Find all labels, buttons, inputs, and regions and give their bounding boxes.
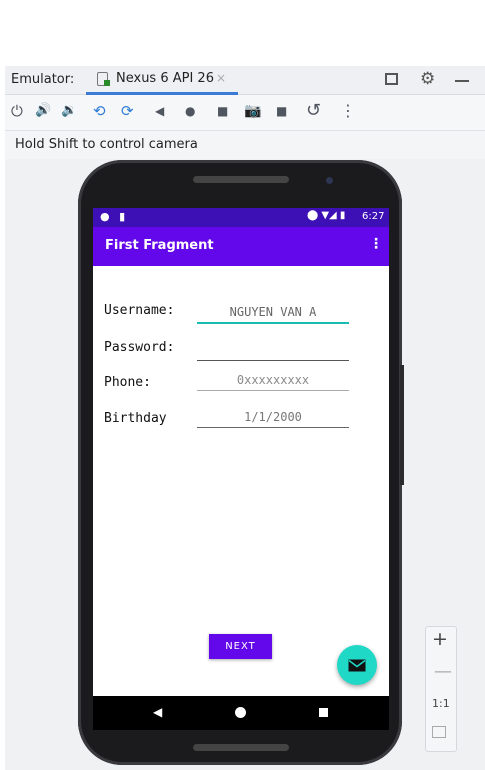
nav-recents-icon[interactable]: [319, 708, 328, 717]
gear-icon[interactable]: ⚙: [420, 69, 435, 89]
device-status-dot: [104, 80, 110, 86]
nav-home-icon[interactable]: [235, 707, 246, 718]
emulator-header: [5, 66, 485, 95]
phone-label: Phone:: [104, 375, 151, 390]
password-label: Password:: [104, 340, 175, 355]
birthday-label: Birthday: [104, 411, 167, 426]
volume-down-icon[interactable]: 🔉: [61, 101, 77, 121]
zoom-fit-icon[interactable]: [432, 726, 446, 738]
status-time: 6:27: [362, 211, 385, 222]
front-camera: [326, 177, 333, 184]
page-title: First Fragment: [105, 238, 214, 253]
side-button[interactable]: [400, 365, 404, 485]
zoom-out-icon[interactable]: —: [434, 661, 452, 682]
emulator-label: Emulator:: [11, 72, 75, 87]
camera-icon[interactable]: 📷: [244, 101, 261, 121]
overflow-menu-icon[interactable]: ⋮: [369, 236, 383, 252]
nav-back-icon[interactable]: ◀: [153, 705, 162, 719]
restore-window-icon[interactable]: [385, 73, 398, 85]
overview-icon[interactable]: ■: [217, 101, 228, 121]
more-icon[interactable]: ⋮: [340, 101, 356, 121]
username-label: Username:: [104, 303, 175, 318]
mail-icon: [348, 659, 366, 671]
minimize-icon[interactable]: [455, 80, 469, 82]
birthday-field[interactable]: 1/1/2000: [197, 410, 349, 428]
username-field[interactable]: NGUYEN VAN A: [197, 305, 349, 324]
zoom-in-icon[interactable]: +: [432, 628, 448, 650]
power-icon[interactable]: ⏻: [11, 101, 23, 121]
home-icon[interactable]: ●: [185, 101, 195, 121]
speaker-grille-bottom: [193, 744, 289, 751]
signal-battery-icons: ⬤ ▼◢ ▮: [307, 210, 346, 221]
zoom-actual-size-button[interactable]: 1:1: [432, 697, 450, 710]
notification-icons: ● ▮: [100, 210, 129, 223]
camera-hint: Hold Shift to control camera: [15, 137, 198, 152]
screen-record-icon[interactable]: ■: [276, 101, 287, 121]
tab-title: Nexus 6 API 26: [116, 71, 214, 86]
phone-field[interactable]: 0xxxxxxxxx: [197, 373, 349, 391]
next-button[interactable]: NEXT: [209, 634, 272, 659]
back-icon[interactable]: ◀: [155, 101, 164, 121]
close-icon[interactable]: ×: [216, 71, 226, 85]
rotate-right-icon[interactable]: ⟳: [121, 101, 134, 121]
volume-up-icon[interactable]: 🔊: [35, 101, 51, 121]
password-field[interactable]: [197, 342, 349, 361]
rotate-left-icon[interactable]: ⟲: [93, 101, 106, 121]
speaker-grille-top: [193, 176, 289, 183]
email-fab[interactable]: [337, 645, 377, 685]
snapshot-icon[interactable]: ↺: [306, 101, 321, 121]
